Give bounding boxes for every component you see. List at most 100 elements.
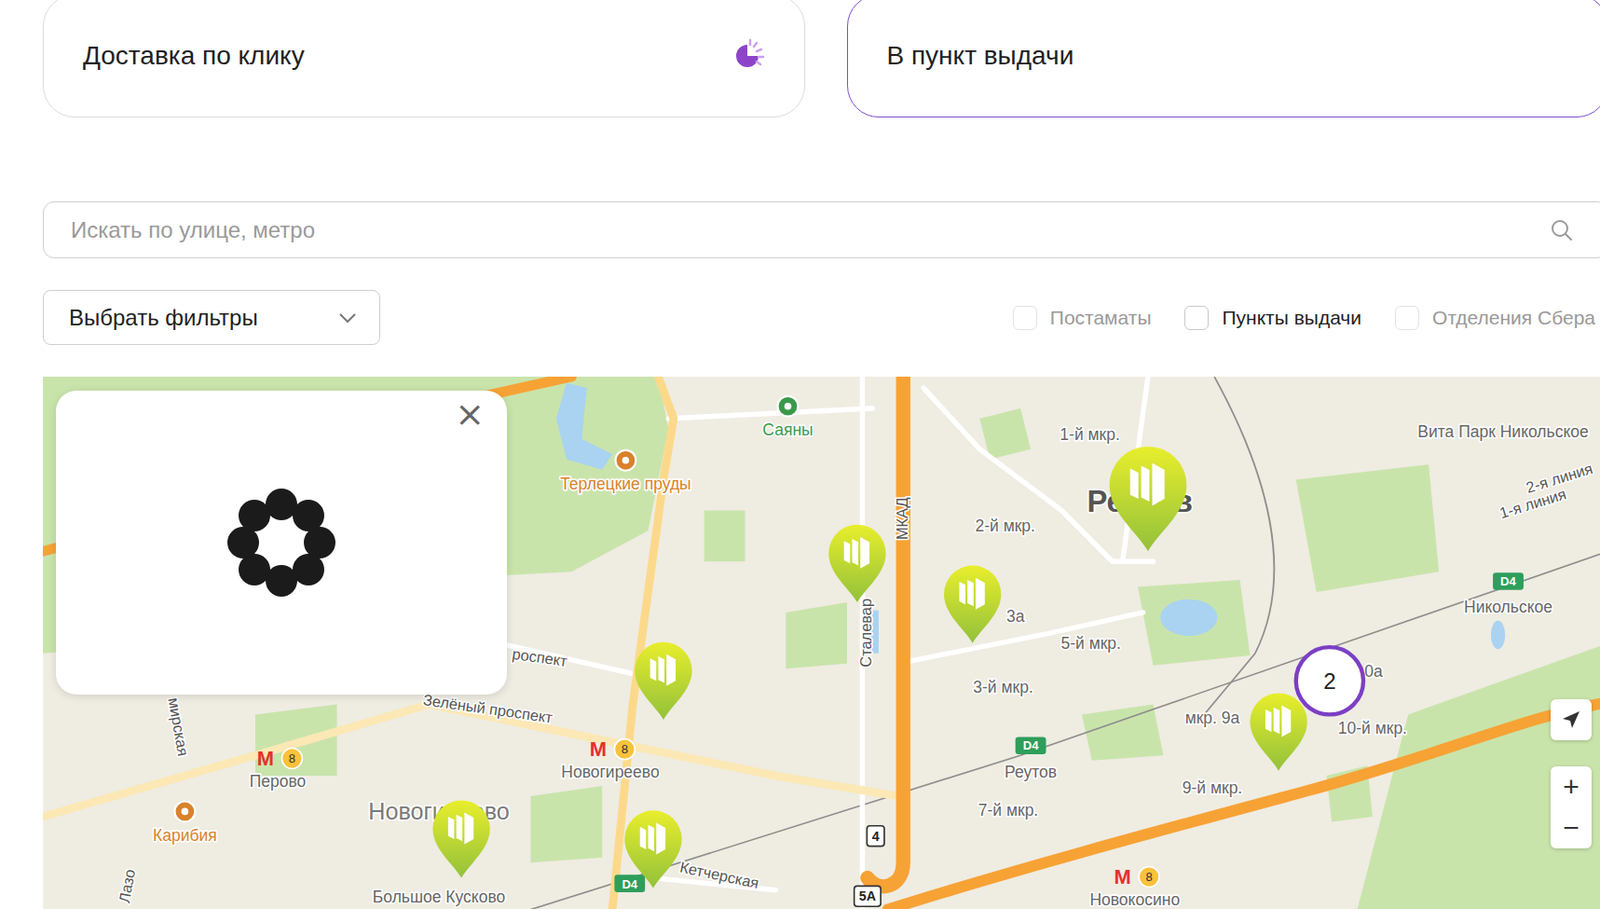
delivery-option[interactable]: Доставка по клику bbox=[42, 0, 806, 118]
spark-icon bbox=[727, 36, 767, 76]
water bbox=[556, 382, 1505, 654]
pickup-pin[interactable] bbox=[634, 642, 692, 720]
pickup-pin[interactable] bbox=[828, 524, 886, 602]
map-label: 2-й мкр. bbox=[974, 516, 1035, 535]
checkbox-box[interactable] bbox=[1012, 305, 1038, 330]
search-icon[interactable] bbox=[1549, 218, 1574, 243]
map-label: 0а bbox=[1364, 661, 1383, 681]
search-field[interactable] bbox=[42, 201, 1600, 259]
svg-text:Кетчерская: Кетчерская bbox=[678, 858, 761, 892]
type-checkbox[interactable]: Постаматы bbox=[1012, 305, 1152, 330]
zoom-controls: +− bbox=[1550, 765, 1592, 848]
filters-dropdown[interactable]: Выбрать фильтры bbox=[42, 289, 381, 345]
checkbox-box[interactable] bbox=[1184, 305, 1209, 330]
pin-cluster[interactable]: 2 bbox=[1296, 646, 1364, 714]
svg-text:МКАД: МКАД bbox=[893, 496, 911, 540]
svg-text:D4: D4 bbox=[1500, 574, 1517, 589]
svg-text:10-й мкр.: 10-й мкр. bbox=[1338, 718, 1408, 738]
svg-text:Сталевар: Сталевар bbox=[857, 598, 875, 668]
map-label: Зелёный проспект bbox=[422, 690, 555, 725]
svg-text:8: 8 bbox=[1145, 869, 1152, 884]
map-label: 7-й мкр. bbox=[978, 800, 1039, 820]
map-label: мирская bbox=[164, 696, 192, 757]
map-label: Вита Парк Никольское bbox=[1417, 422, 1588, 441]
map-label: 1-я линия bbox=[1497, 484, 1569, 521]
type-checkboxes: Постаматы Пункты выдачи Отделения Сбера bbox=[1012, 305, 1596, 330]
map-label: роспект bbox=[511, 644, 570, 670]
zoom-button[interactable]: − bbox=[1550, 806, 1592, 848]
pickup-pin[interactable] bbox=[1249, 692, 1307, 770]
checkbox-box[interactable] bbox=[1394, 305, 1420, 330]
map-label: D4 bbox=[614, 874, 645, 892]
map-label: Лазо bbox=[115, 867, 138, 904]
map-label: МКАД bbox=[893, 496, 911, 540]
parcel-icon bbox=[844, 536, 870, 569]
svg-text:Реутов: Реутов bbox=[1004, 762, 1057, 781]
close-button[interactable]: × bbox=[451, 392, 489, 436]
map-label: Сталевар bbox=[857, 598, 875, 668]
avenues bbox=[42, 376, 899, 909]
svg-text:M: M bbox=[1114, 864, 1132, 889]
highways bbox=[42, 376, 1600, 909]
map-label: 3а bbox=[1006, 606, 1026, 626]
svg-text:Саяны: Саяны bbox=[762, 420, 813, 439]
svg-text:0а: 0а bbox=[1364, 661, 1383, 681]
search-input[interactable] bbox=[68, 216, 1539, 245]
filters-row: Выбрать фильтры Постаматы Пункты выдачи … bbox=[42, 289, 1600, 345]
svg-text:9-й мкр.: 9-й мкр. bbox=[1182, 778, 1243, 797]
pickup-pin[interactable] bbox=[943, 565, 1001, 643]
svg-text:роспект: роспект bbox=[511, 644, 570, 670]
pickup-pin[interactable] bbox=[624, 809, 682, 888]
svg-text:2: 2 bbox=[1323, 668, 1336, 694]
map-label: M8Перово bbox=[249, 746, 307, 791]
parcel-icon bbox=[1265, 705, 1291, 738]
parcel-icon bbox=[448, 812, 474, 845]
map-label: 3-й мкр. bbox=[972, 677, 1033, 697]
map-label: Карибия bbox=[152, 800, 218, 844]
delivery-options: Доставка по клику В пункт выдачи bbox=[42, 0, 1600, 118]
map-label: 1-й мкр. bbox=[1059, 424, 1120, 444]
delivery-option[interactable]: В пункт выдачи bbox=[847, 0, 1600, 118]
svg-text:3-й мкр.: 3-й мкр. bbox=[972, 677, 1033, 697]
svg-text:D4: D4 bbox=[1023, 738, 1040, 753]
svg-text:Большое Кусково: Большое Кусково bbox=[372, 887, 506, 906]
svg-text:Никольское: Никольское bbox=[1463, 597, 1553, 616]
map-label: Саяны bbox=[762, 396, 813, 439]
type-checkbox[interactable]: Отделения Сбера bbox=[1394, 305, 1596, 330]
zoom-button[interactable]: + bbox=[1550, 765, 1592, 807]
pickup-pin[interactable] bbox=[432, 799, 490, 877]
type-checkbox[interactable]: Пункты выдачи bbox=[1184, 305, 1362, 330]
svg-text:Вита Парк Никольское: Вита Парк Никольское bbox=[1417, 422, 1588, 441]
svg-text:Перово: Перово bbox=[249, 771, 307, 791]
chevron-down-icon bbox=[338, 312, 357, 324]
streets bbox=[506, 376, 1153, 909]
svg-text:5-й мкр.: 5-й мкр. bbox=[1060, 633, 1121, 653]
svg-text:M: M bbox=[589, 737, 607, 761]
navigation-arrow-icon bbox=[1560, 709, 1582, 730]
map-label: Кетчерская bbox=[678, 858, 761, 892]
svg-text:5А: 5А bbox=[859, 888, 876, 903]
map-controls: +− bbox=[1550, 698, 1592, 848]
map-label: Большое Кусково bbox=[372, 887, 506, 906]
svg-text:Терлецкие пруды: Терлецкие пруды bbox=[560, 474, 692, 493]
map-label: D4 Реутов bbox=[1004, 737, 1057, 781]
map-label: Терлецкие пруды bbox=[560, 450, 692, 493]
svg-text:8: 8 bbox=[621, 741, 629, 756]
map[interactable]: Саяны Терлецкие пруды 1-й мкр. Реутов Вита П… bbox=[42, 376, 1600, 909]
map-label: D4 Никольское bbox=[1463, 572, 1553, 616]
pickup-pin[interactable] bbox=[1109, 446, 1188, 551]
map-label: 10-й мкр. bbox=[1338, 718, 1408, 738]
map-label: M8Новогиреево bbox=[560, 737, 659, 781]
svg-text:1-й мкр.: 1-й мкр. bbox=[1059, 424, 1120, 444]
locate-button[interactable] bbox=[1550, 698, 1592, 740]
svg-text:Лазо: Лазо bbox=[115, 867, 138, 904]
loading-spinner-icon bbox=[220, 481, 342, 603]
svg-text:Новокосино: Новокосино bbox=[1089, 889, 1180, 909]
map-label: 5-й мкр. bbox=[1060, 633, 1121, 653]
svg-text:мирская: мирская bbox=[164, 696, 192, 757]
map-label: 4 bbox=[866, 825, 885, 847]
svg-text:D4: D4 bbox=[621, 876, 638, 891]
rails bbox=[531, 376, 1600, 909]
parcel-icon bbox=[640, 821, 666, 854]
svg-text:8: 8 bbox=[288, 751, 296, 766]
